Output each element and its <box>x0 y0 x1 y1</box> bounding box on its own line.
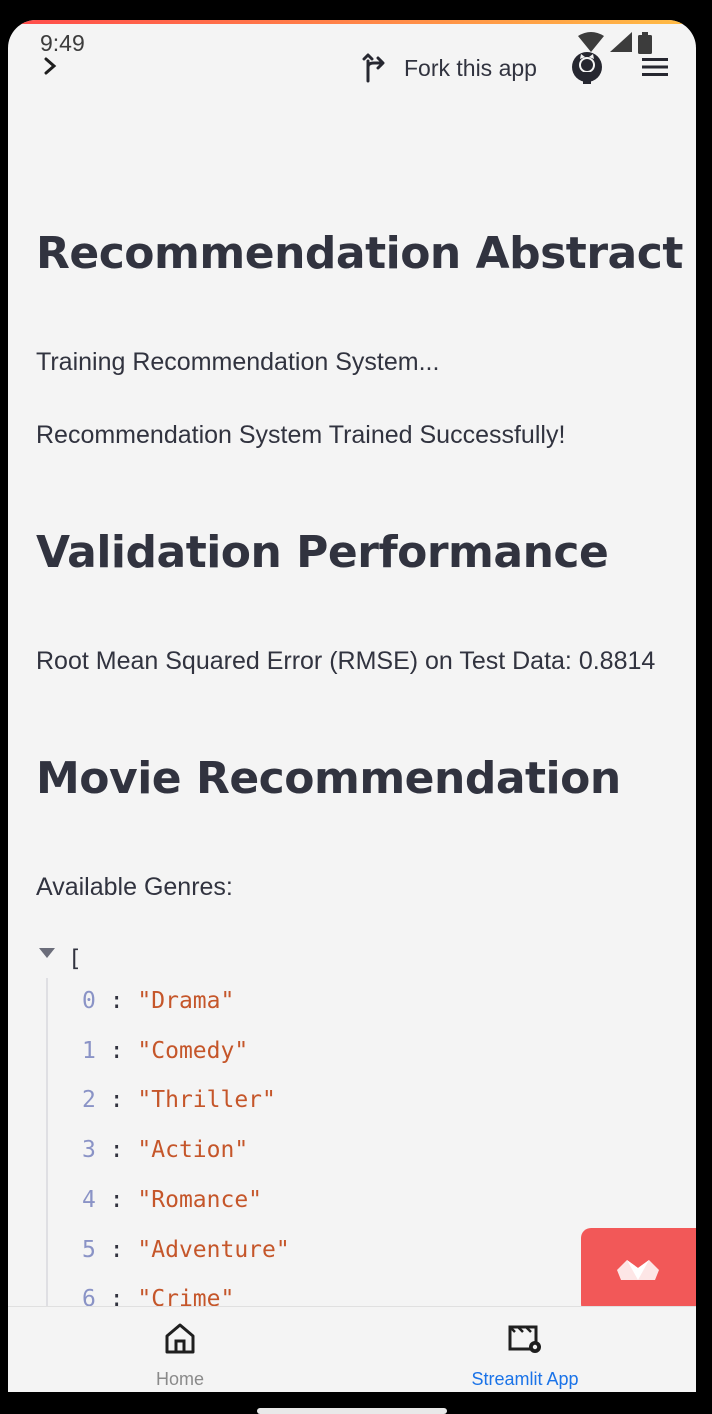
training-status-text: Training Recommendation System... <box>36 348 440 376</box>
json-index: 1 <box>82 1038 96 1064</box>
fork-icon <box>362 53 385 83</box>
json-value: "Comedy" <box>137 1038 249 1064</box>
json-row: 0 : "Drama" <box>82 988 235 1014</box>
home-icon <box>165 1323 195 1354</box>
bottom-navigation: Home Streamlit App <box>8 1306 696 1392</box>
genres-json-viewer: [ 0 : "Drama" 1 : "Comedy" 2 : "Thriller… <box>36 942 676 1306</box>
collapse-triangle-icon[interactable] <box>38 946 56 960</box>
nav-streamlit-app[interactable]: Streamlit App <box>425 1307 625 1392</box>
top-accent-bar <box>8 20 696 24</box>
movie-settings-icon <box>508 1325 541 1353</box>
chevron-right-icon[interactable] <box>40 54 60 78</box>
json-row: 1 : "Comedy" <box>82 1038 249 1064</box>
nav-home-label: Home <box>155 1369 204 1389</box>
github-icon[interactable] <box>570 50 604 84</box>
trained-success-text: Recommendation System Trained Successful… <box>36 421 566 449</box>
json-index: 3 <box>82 1137 96 1163</box>
json-row: 6 : "Crime" <box>82 1286 234 1306</box>
json-row: 4 : "Romance" <box>82 1187 263 1213</box>
json-row: 3 : "Action" <box>82 1137 249 1163</box>
heading-validation-performance: Validation Performance <box>36 527 609 578</box>
hamburger-menu-icon[interactable] <box>640 54 670 80</box>
heading-movie-recommendation: Movie Recommendation <box>36 753 621 804</box>
json-open-bracket: [ <box>68 946 82 972</box>
json-value: "Thriller" <box>137 1087 276 1113</box>
app-header: Fork this app <box>8 46 696 92</box>
nav-home[interactable]: Home <box>80 1307 280 1392</box>
app-screen: 9:49 Fork this app Recommendation Abstra… <box>8 20 696 1392</box>
gesture-home-bar <box>257 1408 447 1414</box>
json-value: "Adventure" <box>137 1237 290 1263</box>
fork-app-label: Fork this app <box>404 54 537 81</box>
json-value: "Drama" <box>137 988 235 1014</box>
json-row: 2 : "Thriller" <box>82 1087 276 1113</box>
fork-app-button[interactable]: Fork this app <box>362 48 537 88</box>
json-indent-guide <box>46 978 48 1306</box>
streamlit-badge-button[interactable] <box>581 1228 696 1314</box>
heading-recommendation-abstract: Recommendation Abstract <box>36 228 683 279</box>
json-index: 6 <box>82 1286 96 1306</box>
json-index: 5 <box>82 1237 96 1263</box>
streamlit-crown-icon <box>617 1260 659 1280</box>
json-value: "Crime" <box>137 1286 235 1306</box>
json-value: "Action" <box>137 1137 249 1163</box>
json-value: "Romance" <box>137 1187 263 1213</box>
json-index: 2 <box>82 1087 96 1113</box>
available-genres-label: Available Genres: <box>36 873 233 901</box>
json-index: 4 <box>82 1187 96 1213</box>
json-index: 0 <box>82 988 96 1014</box>
nav-streamlit-app-label: Streamlit App <box>471 1369 579 1389</box>
json-row: 5 : "Adventure" <box>82 1237 290 1263</box>
rmse-text: Root Mean Squared Error (RMSE) on Test D… <box>36 647 656 675</box>
